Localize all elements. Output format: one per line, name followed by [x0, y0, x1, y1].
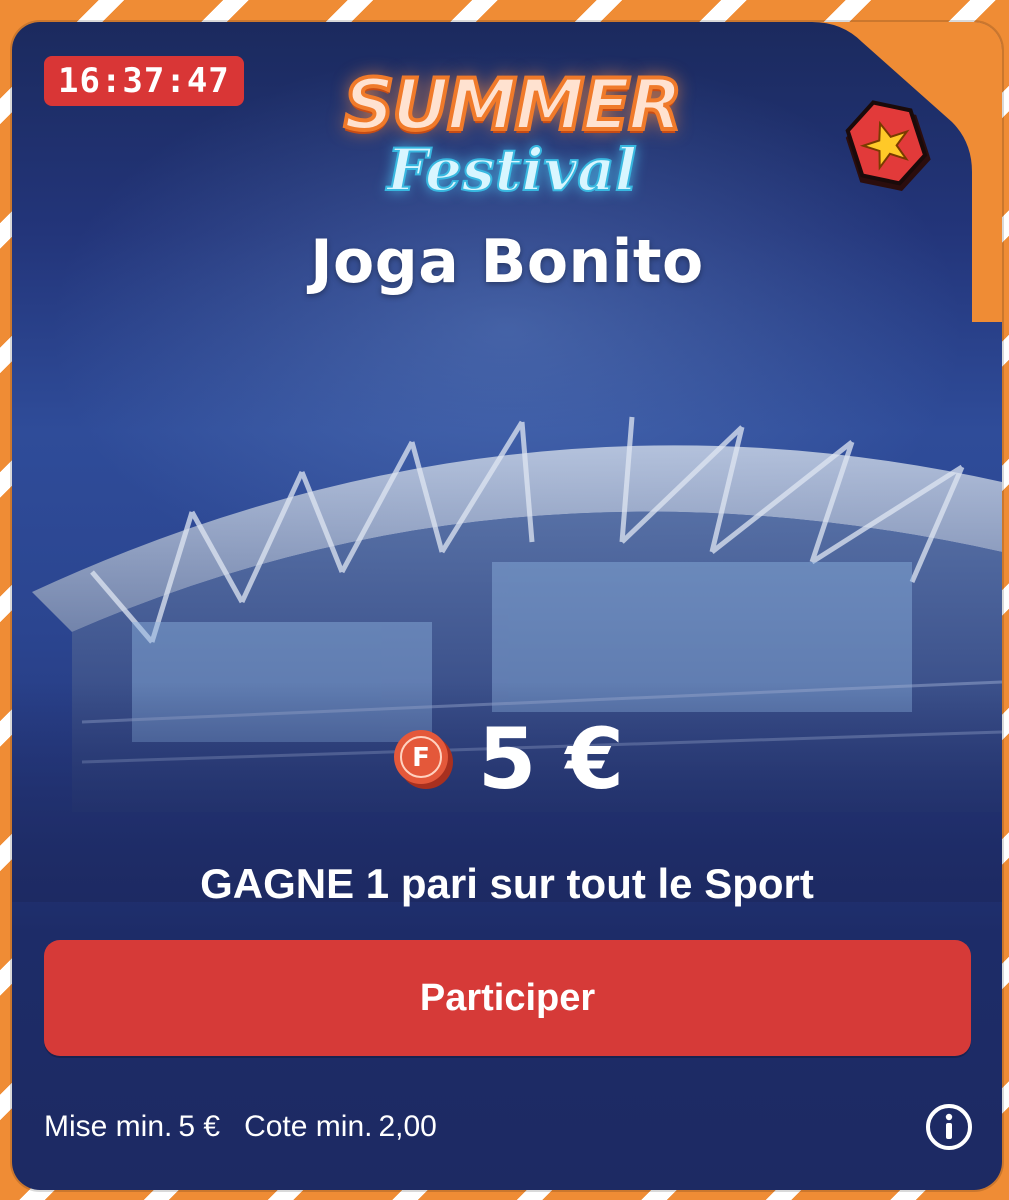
- promo-conditions: Mise min. 5 € Cote min. 2,00: [44, 1102, 974, 1152]
- stadium-image: [12, 416, 1002, 902]
- participate-button[interactable]: Participer: [44, 940, 971, 1056]
- promo-card: 16:37:47 SUMMER Festival Joga Bonito F 5…: [12, 22, 1002, 1190]
- min-stake-value: 5 €: [178, 1110, 221, 1143]
- min-stake-label: Mise min.: [44, 1110, 173, 1143]
- logo-line-1: SUMMER: [342, 62, 684, 148]
- logo-line-2: Festival: [386, 135, 638, 205]
- min-odds-label: Cote min.: [244, 1110, 373, 1143]
- info-icon[interactable]: [924, 1102, 974, 1152]
- countdown-timer: 16:37:47: [44, 56, 244, 106]
- coin-f-icon: F: [393, 730, 453, 789]
- prize-amount-row: F 5 €: [12, 714, 1002, 804]
- prize-amount: 5 €: [477, 710, 625, 808]
- summer-festival-logo: SUMMER Festival: [302, 62, 722, 224]
- promo-title: Joga Bonito: [310, 227, 704, 297]
- promo-subtitle: GAGNE 1 pari sur tout le Sport: [200, 860, 814, 907]
- coin-letter: F: [412, 743, 430, 773]
- min-odds-value: 2,00: [378, 1110, 437, 1143]
- star-badge-icon[interactable]: [834, 96, 944, 206]
